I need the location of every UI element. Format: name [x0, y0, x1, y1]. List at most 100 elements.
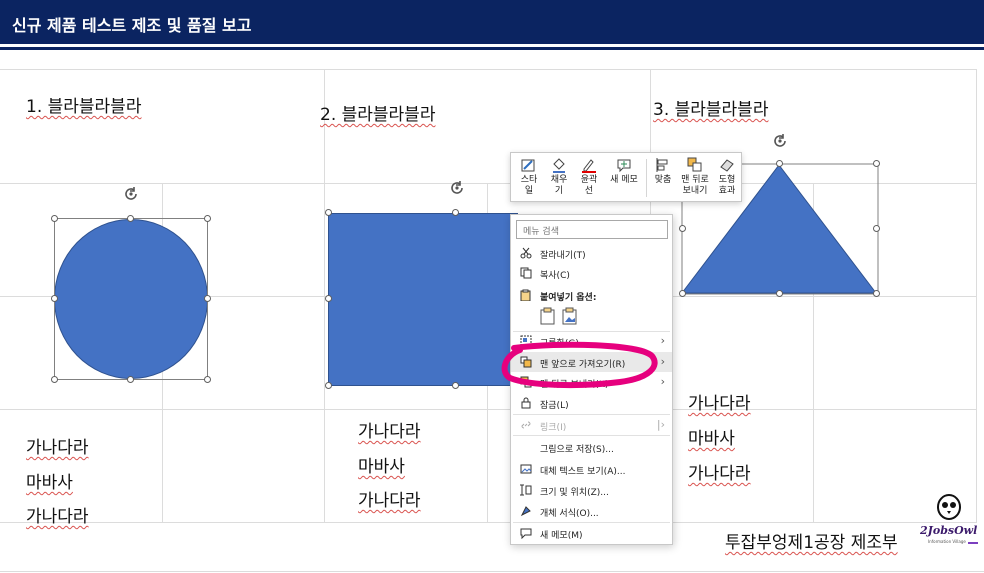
fill-button[interactable]: 채우 기 [547, 157, 571, 197]
owl-logo: 2JobsOwl Information Village [918, 492, 982, 550]
resize-handle[interactable] [452, 209, 459, 216]
send-to-back-icon [687, 157, 702, 172]
slide-bottom-edge [0, 571, 984, 572]
style-button[interactable]: 스타 일 [517, 157, 541, 197]
menu-item-lock-label: 잠금(L) [540, 401, 569, 411]
paste-keep-format-icon[interactable] [540, 307, 556, 325]
resize-handle[interactable] [51, 295, 58, 302]
footer-department: 투잡부엉제1공장 제조부 [725, 533, 898, 553]
shape-effects-label: 도형 효과 [718, 175, 736, 196]
menu-item-alt-text-label: 대체 텍스트 보기(A)... [540, 467, 626, 477]
outline-pen-icon [582, 159, 596, 173]
rotate-handle-icon[interactable] [448, 179, 466, 197]
col3-line-3[interactable]: 가나다라 [688, 459, 751, 484]
submenu-arrow-icon: › [660, 334, 665, 347]
resize-handle[interactable] [127, 215, 134, 222]
paste-as-picture-icon[interactable] [562, 307, 578, 325]
col1-line-3[interactable]: 가나다라 [26, 502, 89, 527]
resize-handle[interactable] [873, 225, 880, 232]
rotate-handle-icon[interactable] [771, 132, 789, 150]
resize-handle[interactable] [679, 290, 686, 297]
clipboard-icon [520, 289, 531, 301]
menu-item-size-position-label: 크기 및 위치(Z)... [540, 488, 609, 498]
heading-1[interactable]: 1. 블라블라블라 [26, 92, 141, 117]
resize-handle[interactable] [325, 382, 332, 389]
resize-handle[interactable] [325, 295, 332, 302]
menu-item-save-as-picture[interactable]: 그림으로 저장(S)... [511, 437, 672, 457]
menu-item-format-object-label: 개체 서식(O)... [540, 509, 599, 519]
align-icon [656, 158, 668, 172]
slide-title-bar: 신규 제품 테스트 제조 및 품질 보고 [0, 0, 984, 44]
col2-line-1[interactable]: 가나다라 [358, 417, 421, 442]
style-icon [521, 159, 535, 172]
heading-2[interactable]: 2. 블라블라블라 [320, 100, 435, 125]
menu-item-paste-options-label: 붙여넣기 옵션: [540, 293, 597, 303]
submenu-arrow-icon: › [660, 355, 665, 368]
col2-line-2[interactable]: 마바사 [358, 452, 405, 477]
resize-handle[interactable] [873, 160, 880, 167]
align-label: 맞춤 [654, 175, 672, 185]
scissors-icon [520, 247, 532, 259]
heading-3[interactable]: 3. 블라블라블라 [653, 95, 768, 120]
resize-handle[interactable] [51, 215, 58, 222]
resize-handle[interactable] [204, 376, 211, 383]
rectangle-shape[interactable] [328, 213, 518, 386]
table-row-line [0, 409, 977, 410]
menu-search-input[interactable]: 메뉴 검색 [516, 220, 668, 239]
outline-button[interactable]: 윤곽 선 [577, 157, 601, 197]
resize-handle[interactable] [452, 382, 459, 389]
menu-item-copy[interactable]: 복사(C) [511, 263, 672, 283]
resize-handle[interactable] [51, 376, 58, 383]
submenu-arrow-icon: › [660, 375, 665, 388]
col1-line-2[interactable]: 마바사 [26, 468, 73, 493]
logo-subtext: Information Village [928, 539, 966, 544]
resize-handle[interactable] [204, 295, 211, 302]
new-comment-label: 새 메모 [610, 175, 638, 185]
menu-item-alt-text[interactable]: 대체 텍스트 보기(A)... [511, 459, 672, 479]
table-border-right [976, 69, 977, 522]
send-to-back-button[interactable]: 맨 뒤로 보내기 [679, 157, 711, 197]
menu-item-save-as-picture-label: 그림으로 저장(S)... [540, 445, 614, 455]
col3-line-1[interactable]: 가나다라 [688, 389, 751, 414]
align-button[interactable]: 맞춤 [651, 157, 675, 186]
circle-selection-box [54, 218, 208, 380]
submenu-arrow-icon: |› [656, 418, 665, 431]
table-border-bottom [0, 522, 977, 523]
menu-item-new-comment-label: 새 메모(M) [540, 531, 583, 541]
resize-handle[interactable] [776, 290, 783, 297]
lock-icon [521, 397, 531, 409]
new-comment-button[interactable]: 새 메모 [607, 157, 641, 186]
resize-handle[interactable] [204, 215, 211, 222]
rotate-handle-icon[interactable] [122, 185, 140, 203]
resize-handle[interactable] [776, 160, 783, 167]
title-underline [0, 47, 984, 50]
outline-label: 윤곽 선 [580, 175, 598, 196]
menu-item-cut-label: 잘라내기(T) [540, 251, 586, 261]
table-border-top [0, 69, 977, 70]
new-comment-icon [617, 159, 631, 173]
col2-line-3[interactable]: 가나다라 [358, 486, 421, 511]
resize-handle[interactable] [873, 290, 880, 297]
alt-text-icon [520, 464, 532, 474]
floating-mini-toolbar: 스타 일 채우 기 윤곽 선 새 메모 맞춤 맨 뒤로 보내기 도형 효과 [510, 152, 742, 202]
menu-item-cut[interactable]: 잘라내기(T) [511, 243, 672, 263]
menu-item-link[interactable]: 링크(I) |› [511, 415, 672, 435]
resize-handle[interactable] [679, 225, 686, 232]
resize-handle[interactable] [325, 209, 332, 216]
link-icon [521, 421, 531, 429]
col3-line-2[interactable]: 마바사 [688, 424, 735, 449]
shape-effects-button[interactable]: 도형 효과 [715, 157, 739, 197]
shape-effects-icon [720, 159, 734, 172]
menu-item-link-label: 링크(I) [540, 423, 567, 433]
menu-item-format-object[interactable]: 개체 서식(O)... [511, 501, 672, 521]
fill-label: 채우 기 [550, 175, 568, 196]
menu-item-size-position[interactable]: 크기 및 위치(Z)... [511, 480, 672, 500]
menu-item-copy-label: 복사(C) [540, 271, 570, 281]
style-label: 스타 일 [520, 175, 538, 196]
menu-item-lock[interactable]: 잠금(L) [511, 393, 672, 413]
menu-item-paste-options: 붙여넣기 옵션: [511, 285, 672, 305]
logo-text: 2JobsOwl [920, 524, 978, 537]
resize-handle[interactable] [127, 376, 134, 383]
col1-line-1[interactable]: 가나다라 [26, 433, 89, 458]
menu-item-new-comment[interactable]: 새 메모(M) [511, 523, 672, 543]
